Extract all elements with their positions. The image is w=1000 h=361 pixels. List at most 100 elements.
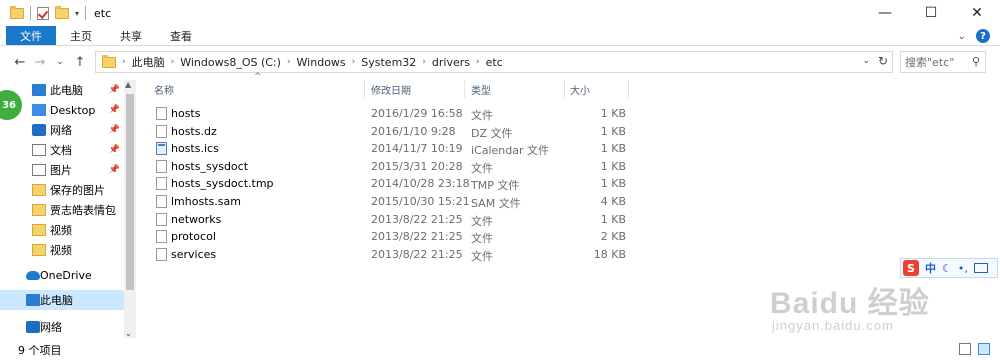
close-button[interactable]: ✕ [954,0,1000,26]
search-input[interactable]: 搜索"etc" ⚲ [900,51,986,73]
address-bar[interactable]: › 此电脑 › Windows8_OS (C:) › Windows › Sys… [95,51,893,73]
sidebar-item-pictures[interactable]: 图片 📌 [0,160,124,180]
sidebar-item-network[interactable]: 网络 📌 [0,120,124,140]
tab-view[interactable]: 查看 [156,26,206,45]
file-type: DZ 文件 [471,126,513,140]
file-row[interactable]: hosts 2016/1/29 16:58 文件 1 KB [136,105,1000,123]
search-icon[interactable]: ⚲ [972,55,980,68]
scrollbar-thumb[interactable] [126,94,134,290]
ime-logo-icon[interactable]: S [903,260,919,276]
column-divider[interactable] [628,80,629,98]
folder-icon [102,54,116,68]
window-title: etc [94,6,112,20]
tab-home[interactable]: 主页 [56,26,106,45]
pin-icon: 📌 [108,165,120,175]
refresh-button[interactable]: ↻ [878,54,888,68]
tab-file[interactable]: 文件 [6,26,56,45]
keyboard-icon[interactable] [973,263,988,273]
desktop-icon [32,104,46,116]
forward-button[interactable]: → [30,55,50,70]
ime-toolbar[interactable]: S 中 ☾ •, [900,258,998,278]
file-size: 1 KB [600,107,626,120]
sidebar-item-onedrive[interactable]: OneDrive [0,265,124,285]
customize-toolbar-icon[interactable]: ▾ [75,9,79,18]
sidebar-item-videos[interactable]: 视频 [0,220,124,240]
tab-share[interactable]: 共享 [106,26,156,45]
column-header-size[interactable]: 大小 [570,80,590,98]
file-icon [156,230,167,244]
sidebar-item-label: 保存的图片 [50,184,105,197]
address-dropdown-icon[interactable]: ⌄ [862,56,870,66]
file-size: 1 KB [600,177,626,191]
column-divider[interactable] [364,80,365,98]
punctuation-icon[interactable]: •, [958,262,968,275]
file-row[interactable]: lmhosts.sam 2015/10/30 15:21 SAM 文件 4 KB [136,193,1000,211]
sidebar-item-saved-pictures[interactable]: 保存的图片 [0,180,124,200]
column-header-type[interactable]: 类型 [471,80,491,98]
sidebar-item-label: 视频 [50,244,72,257]
scroll-up-icon[interactable]: ▲ [125,80,131,89]
file-icon [156,124,167,138]
file-row[interactable]: hosts.ics 2014/11/7 10:19 iCalendar 文件 1… [136,140,1000,158]
folder-icon [32,244,46,256]
scroll-down-icon[interactable]: ⌄ [125,329,132,338]
breadcrumb-etc[interactable]: etc [480,56,509,69]
breadcrumb-drivers[interactable]: drivers [426,56,476,69]
file-type: iCalendar 文件 [471,144,550,158]
sidebar-item-documents[interactable]: 文档 📌 [0,140,124,160]
sidebar-item-label: 文档 [50,144,72,157]
sidebar-item-videos-2[interactable]: 视频 [0,240,124,260]
file-name: protocol [171,230,216,244]
file-date: 2014/10/28 23:18 [371,177,470,191]
back-button[interactable]: ← [10,55,30,70]
new-folder-icon[interactable] [55,5,69,19]
file-row[interactable]: hosts.dz 2016/1/10 9:28 DZ 文件 1 KB [136,123,1000,141]
ime-language-toggle[interactable]: 中 [925,260,936,276]
column-header-name[interactable]: 名称 [154,80,174,98]
expand-ribbon-icon[interactable]: ⌄ [958,31,966,42]
file-type: 文件 [471,109,493,122]
file-type: 文件 [471,161,493,175]
breadcrumb-this-pc[interactable]: 此电脑 [126,54,171,70]
navigation-scrollbar[interactable]: ▲ ⌄ [124,80,136,338]
file-row[interactable]: networks 2013/8/22 21:25 文件 1 KB [136,211,1000,229]
breadcrumb-windows[interactable]: Windows [291,56,352,69]
sidebar-item-label: 网络 [50,124,72,137]
column-divider[interactable] [564,80,565,98]
sidebar-item-network-tree[interactable]: 网络 [0,317,124,337]
breadcrumb-system32[interactable]: System32 [355,56,422,69]
file-row[interactable]: hosts_sysdoct 2015/3/31 20:28 文件 1 KB [136,158,1000,176]
file-size: 4 KB [600,195,626,208]
properties-icon[interactable] [37,6,49,20]
file-row[interactable]: hosts_sysdoct.tmp 2014/10/28 23:18 TMP 文… [136,175,1000,193]
maximize-button[interactable]: ☐ [908,0,954,26]
moon-icon[interactable]: ☾ [942,262,952,275]
large-icons-view-icon[interactable] [978,343,990,355]
column-divider[interactable] [464,80,465,98]
minimize-button[interactable]: — [862,0,908,26]
ribbon-tabs: 文件 主页 共享 查看 ⌄ ? [0,26,1000,46]
details-view-icon[interactable] [959,343,971,355]
divider [30,6,31,20]
file-row[interactable]: services 2013/8/22 21:25 文件 18 KB [136,246,1000,264]
help-icon[interactable]: ? [976,29,990,43]
file-date: 2014/11/7 10:19 [371,142,463,156]
column-header-date[interactable]: 修改日期 [371,80,411,98]
watermark-logo: Baidu 经验 jingyan.baidu.com [770,278,990,338]
file-type: 文件 [471,232,493,246]
file-type: TMP 文件 [471,179,520,193]
file-name: lmhosts.sam [171,195,241,208]
sidebar-item-this-pc-tree[interactable]: 此电脑 [0,290,124,310]
pin-icon: 📌 [108,145,120,155]
breadcrumb-drive[interactable]: Windows8_OS (C:) [174,56,287,69]
computer-icon [26,294,40,306]
sidebar-item-label: 视频 [50,224,72,237]
sidebar-item-emoji-folder[interactable]: 贾志皓表情包 [0,200,124,220]
file-name: hosts [171,107,201,120]
folder-icon[interactable] [10,5,24,19]
file-row[interactable]: protocol 2013/8/22 21:25 文件 2 KB [136,228,1000,246]
up-button[interactable]: ↑ [70,55,90,70]
recent-locations-button[interactable]: ⌄ [50,57,70,67]
sidebar-item-label: 贾志皓表情包 [50,204,116,217]
watermark-subtext: jingyan.baidu.com [772,318,894,333]
